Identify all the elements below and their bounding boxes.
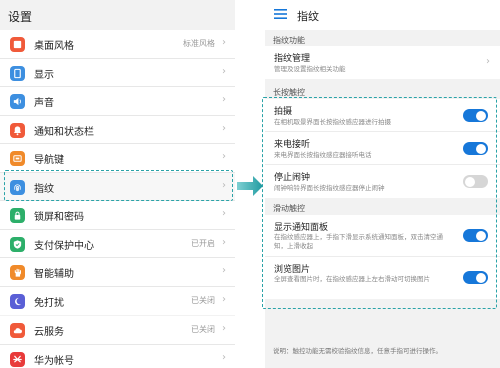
chevron-right-icon: › bbox=[222, 65, 226, 77]
settings-item-label: 智能辅助 bbox=[34, 269, 74, 280]
section-header-function: 指纹功能 bbox=[273, 36, 305, 45]
settings-item-label: 通知和状态栏 bbox=[34, 126, 94, 138]
chevron-right-icon: › bbox=[486, 56, 490, 67]
settings-item-value: 标准风格 bbox=[183, 39, 215, 48]
settings-item-lock-screen[interactable]: 锁屏和密码 › bbox=[0, 201, 235, 230]
fingerprint-manage-item[interactable]: 指纹管理 管理及设置指纹相关功能 › bbox=[265, 46, 500, 79]
payment-shield-icon bbox=[10, 236, 25, 252]
cloud-icon bbox=[10, 323, 25, 338]
settings-screen: 设置 桌面风格 标准风格 › 显示 › 声音 › 通知和状态栏 › 导航键 › … bbox=[0, 0, 235, 368]
do-not-disturb-icon bbox=[10, 293, 25, 309]
display-icon bbox=[10, 65, 25, 81]
settings-group-account: 云服务 已关闭 › 华为帐号 › bbox=[0, 316, 235, 368]
huawei-account-icon bbox=[10, 351, 25, 367]
smart-assist-icon bbox=[10, 265, 25, 280]
chevron-right-icon: › bbox=[222, 37, 226, 48]
desktop-style-icon bbox=[10, 37, 25, 52]
settings-item-label: 支付保护中心 bbox=[34, 240, 94, 252]
touch-features-highlight-box bbox=[262, 97, 497, 309]
settings-item-huawei-account[interactable]: 华为帐号 › bbox=[0, 345, 235, 368]
page-title: 设置 bbox=[8, 10, 33, 24]
settings-item-label: 显示 bbox=[34, 69, 54, 81]
settings-item-do-not-disturb[interactable]: 免打扰 已关闭 › bbox=[0, 287, 235, 316]
settings-item-display[interactable]: 显示 › bbox=[0, 59, 235, 87]
chevron-right-icon: › bbox=[222, 265, 226, 276]
sound-icon bbox=[10, 94, 25, 109]
settings-item-label: 免打扰 bbox=[34, 297, 64, 309]
footer-note: 说明：触控功能无需校验指纹信息，任意手指可进行操作。 bbox=[273, 347, 442, 355]
chevron-right-icon: › bbox=[222, 351, 226, 363]
chevron-right-icon: › bbox=[222, 151, 226, 162]
chevron-right-icon: › bbox=[222, 208, 226, 219]
chevron-right-icon: › bbox=[222, 293, 226, 305]
settings-item-label: 云服务 bbox=[34, 327, 64, 338]
settings-item-sound[interactable]: 声音 › bbox=[0, 87, 235, 116]
chevron-right-icon: › bbox=[222, 94, 226, 105]
menu-icon[interactable] bbox=[274, 8, 287, 20]
chevron-right-icon: › bbox=[222, 236, 226, 248]
settings-item-payment-protection[interactable]: 支付保护中心 已开启 › bbox=[0, 230, 235, 258]
settings-item-smart-assist[interactable]: 智能辅助 › bbox=[0, 258, 235, 287]
settings-item-cloud[interactable]: 云服务 已关闭 › bbox=[0, 316, 235, 345]
settings-item-label: 导航键 bbox=[34, 155, 64, 166]
settings-item-label: 锁屏和密码 bbox=[34, 212, 84, 223]
settings-item-label: 声音 bbox=[34, 98, 54, 109]
page-title: 指纹 bbox=[297, 10, 319, 23]
fingerprint-function-card: 指纹管理 管理及设置指纹相关功能 › bbox=[265, 46, 500, 79]
item-title: 指纹管理 bbox=[274, 54, 311, 64]
settings-item-label: 华为帐号 bbox=[34, 355, 74, 367]
top-bar: 指纹 bbox=[265, 0, 500, 30]
lock-icon bbox=[10, 208, 25, 223]
settings-item-notifications[interactable]: 通知和状态栏 › bbox=[0, 116, 235, 144]
chevron-right-icon: › bbox=[222, 323, 226, 334]
notification-icon bbox=[10, 122, 25, 138]
settings-item-desktop-style[interactable]: 桌面风格 标准风格 › bbox=[0, 30, 235, 59]
settings-item-value: 已关闭 bbox=[191, 295, 215, 305]
settings-item-label: 桌面风格 bbox=[34, 41, 74, 52]
settings-item-value: 已开启 bbox=[191, 238, 215, 248]
chevron-right-icon: › bbox=[222, 122, 226, 134]
item-description: 管理及设置指纹相关功能 bbox=[274, 65, 346, 73]
settings-item-navigation-keys[interactable]: 导航键 › bbox=[0, 144, 235, 173]
settings-item-value: 已关闭 bbox=[191, 325, 215, 334]
fingerprint-highlight-box bbox=[4, 170, 233, 201]
arrow-right-icon bbox=[237, 176, 263, 196]
navigation-keys-icon bbox=[10, 151, 25, 166]
